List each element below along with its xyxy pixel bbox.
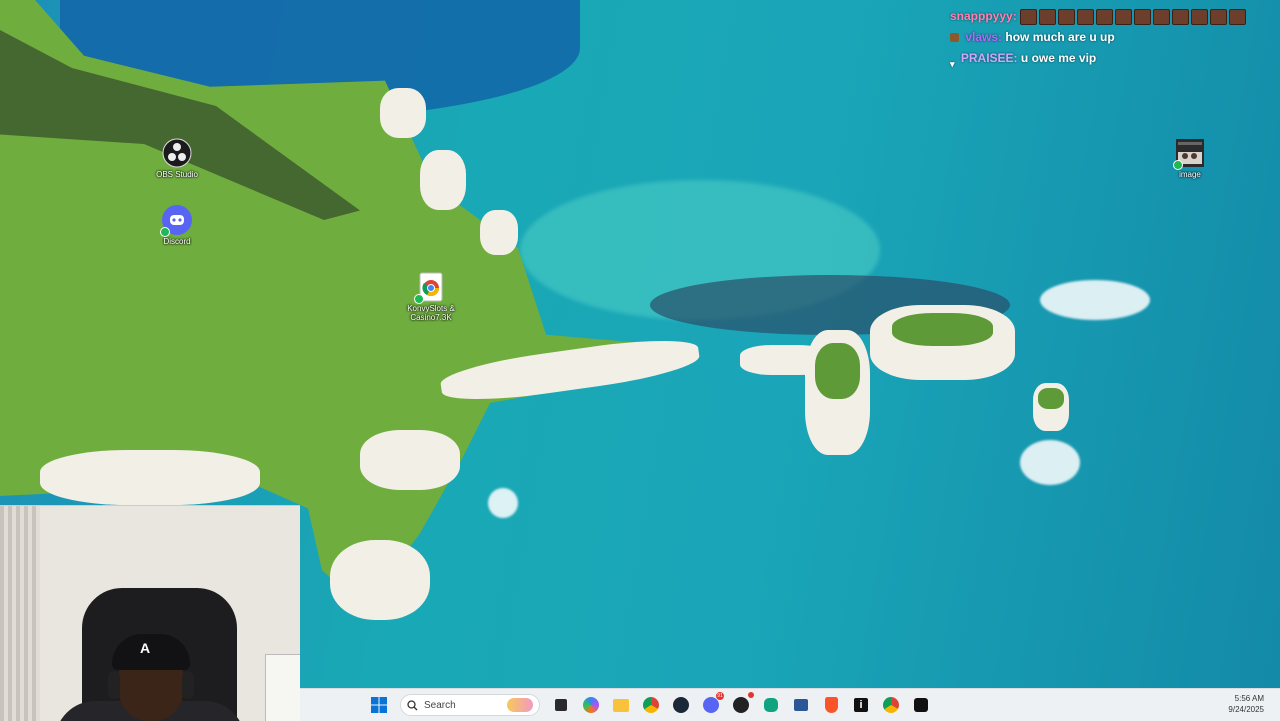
- clock-date: 9/24/2025: [1228, 705, 1264, 714]
- chat-emotes: [1020, 8, 1248, 25]
- discord-icon: [703, 697, 719, 713]
- wallpaper-sea-stack: [805, 330, 870, 455]
- app-button[interactable]: [729, 692, 754, 717]
- chrome-button[interactable]: [639, 693, 663, 717]
- emote-icon: [1229, 8, 1247, 25]
- chat-username: vlaws:: [965, 30, 1003, 44]
- emote-icon: [1058, 8, 1076, 25]
- desktop-icon-discord[interactable]: Discord: [147, 205, 207, 246]
- obs-icon: [162, 138, 192, 168]
- brave-icon: [824, 697, 838, 713]
- chat-message: snapppyyy:: [950, 6, 1280, 27]
- chatgpt-icon: [764, 698, 778, 712]
- chat-username: snapppyyy:: [950, 9, 1017, 23]
- powershell-button[interactable]: [789, 693, 813, 717]
- stream-chat-overlay: snapppyyy: vlaws: how much are u up ▾ PR…: [950, 6, 1280, 69]
- info-app-button[interactable]: i: [849, 693, 873, 717]
- emote-icon: [1210, 8, 1228, 25]
- desktop-icon-obs-studio[interactable]: OBS Studio: [147, 138, 207, 179]
- emote-icon: [1153, 8, 1171, 25]
- wallpaper-sea-stack: [1033, 383, 1069, 431]
- file-explorer-button[interactable]: [609, 693, 633, 717]
- wallpaper-cliff: [480, 210, 518, 255]
- steam-icon: [673, 697, 689, 713]
- arc-button[interactable]: [909, 693, 933, 717]
- emote-icon: [1172, 8, 1190, 25]
- webcam-curtain: [0, 506, 40, 721]
- chrome-profile-icon: [883, 697, 899, 713]
- desktop-icon-label: OBS Studio: [156, 170, 198, 179]
- copilot-button[interactable]: [579, 693, 603, 717]
- notification-dot-icon: [748, 692, 754, 698]
- info-icon: i: [854, 698, 868, 712]
- sync-check-icon: [160, 227, 170, 237]
- sync-check-icon: [414, 294, 424, 304]
- webcam-person-cap: [112, 634, 190, 670]
- discord-taskbar-button[interactable]: 91: [699, 692, 724, 717]
- chat-username: PRAISEE:: [960, 51, 1018, 65]
- taskbar-search[interactable]: Search: [400, 694, 540, 716]
- chat-message: ▾ PRAISEE: u owe me vip: [950, 48, 1280, 69]
- emote-icon: [1096, 8, 1114, 25]
- desktop-icon-konvyslots[interactable]: KonvySlots & Casino7.3K: [400, 272, 462, 322]
- image-file-icon: [1173, 138, 1205, 170]
- start-button[interactable]: [367, 693, 391, 717]
- chrome-icon: [643, 697, 659, 713]
- emote-icon: [1191, 8, 1209, 25]
- cap-logo-icon: A: [140, 640, 151, 656]
- emote-icon: [1077, 8, 1095, 25]
- app-icon: [733, 697, 749, 713]
- headphone-icon: [108, 671, 120, 699]
- wallpaper-cliff: [360, 430, 460, 490]
- system-clock[interactable]: 5:56 AM 9/24/2025: [1228, 693, 1264, 715]
- copilot-icon: [583, 697, 599, 713]
- wallpaper-cliff: [380, 88, 426, 138]
- wallpaper-cliff: [330, 540, 430, 620]
- task-view-icon: [555, 699, 567, 711]
- chat-badge-icon: [950, 33, 959, 43]
- sync-check-icon: [1173, 160, 1183, 170]
- chat-badge-icon: ▾: [950, 59, 955, 70]
- wallpaper-sea-stack: [870, 305, 1015, 380]
- chrome-profile-button[interactable]: [879, 693, 903, 717]
- search-highlight-icon: [507, 698, 533, 712]
- search-placeholder: Search: [424, 699, 456, 711]
- desktop-icon-label: KonvySlots & Casino7.3K: [407, 304, 455, 322]
- webcam-overlay: A: [0, 505, 300, 721]
- chat-message: vlaws: how much are u up: [950, 27, 1280, 48]
- desktop-icon-label: image: [1179, 170, 1201, 179]
- chat-text: how much are u up: [1005, 30, 1115, 44]
- windows-logo-icon: [371, 697, 387, 713]
- clock-time: 5:56 AM: [1234, 694, 1264, 703]
- webcam-wall-frame: [265, 654, 300, 721]
- wallpaper-cliff: [40, 450, 260, 505]
- chat-text: u owe me vip: [1020, 51, 1097, 65]
- desktop-icon-image[interactable]: image: [1160, 138, 1220, 179]
- discord-notification-badge: 91: [716, 692, 724, 700]
- emote-icon: [1134, 8, 1152, 25]
- emote-icon: [1115, 8, 1133, 25]
- wallpaper-wave-foam: [1040, 280, 1150, 320]
- task-view-button[interactable]: [549, 693, 573, 717]
- brave-button[interactable]: [819, 693, 843, 717]
- search-icon: [407, 699, 418, 710]
- folder-icon: [613, 698, 629, 712]
- powershell-icon: [794, 699, 808, 711]
- discord-icon: [160, 205, 192, 237]
- emote-icon: [1039, 8, 1057, 25]
- wallpaper-wave-foam: [1020, 440, 1080, 485]
- wallpaper-cliff: [420, 150, 466, 210]
- arc-icon: [914, 698, 928, 712]
- taskbar: Search 91 i 5:56 AM 9/24/2025: [300, 688, 1280, 721]
- chatgpt-button[interactable]: [759, 693, 783, 717]
- steam-button[interactable]: [669, 693, 693, 717]
- chrome-shortcut-icon: [414, 272, 446, 304]
- desktop-icon-label: Discord: [163, 237, 191, 246]
- headphone-icon: [182, 671, 194, 699]
- wallpaper-wave-foam: [488, 488, 518, 518]
- emote-icon: [1020, 8, 1038, 25]
